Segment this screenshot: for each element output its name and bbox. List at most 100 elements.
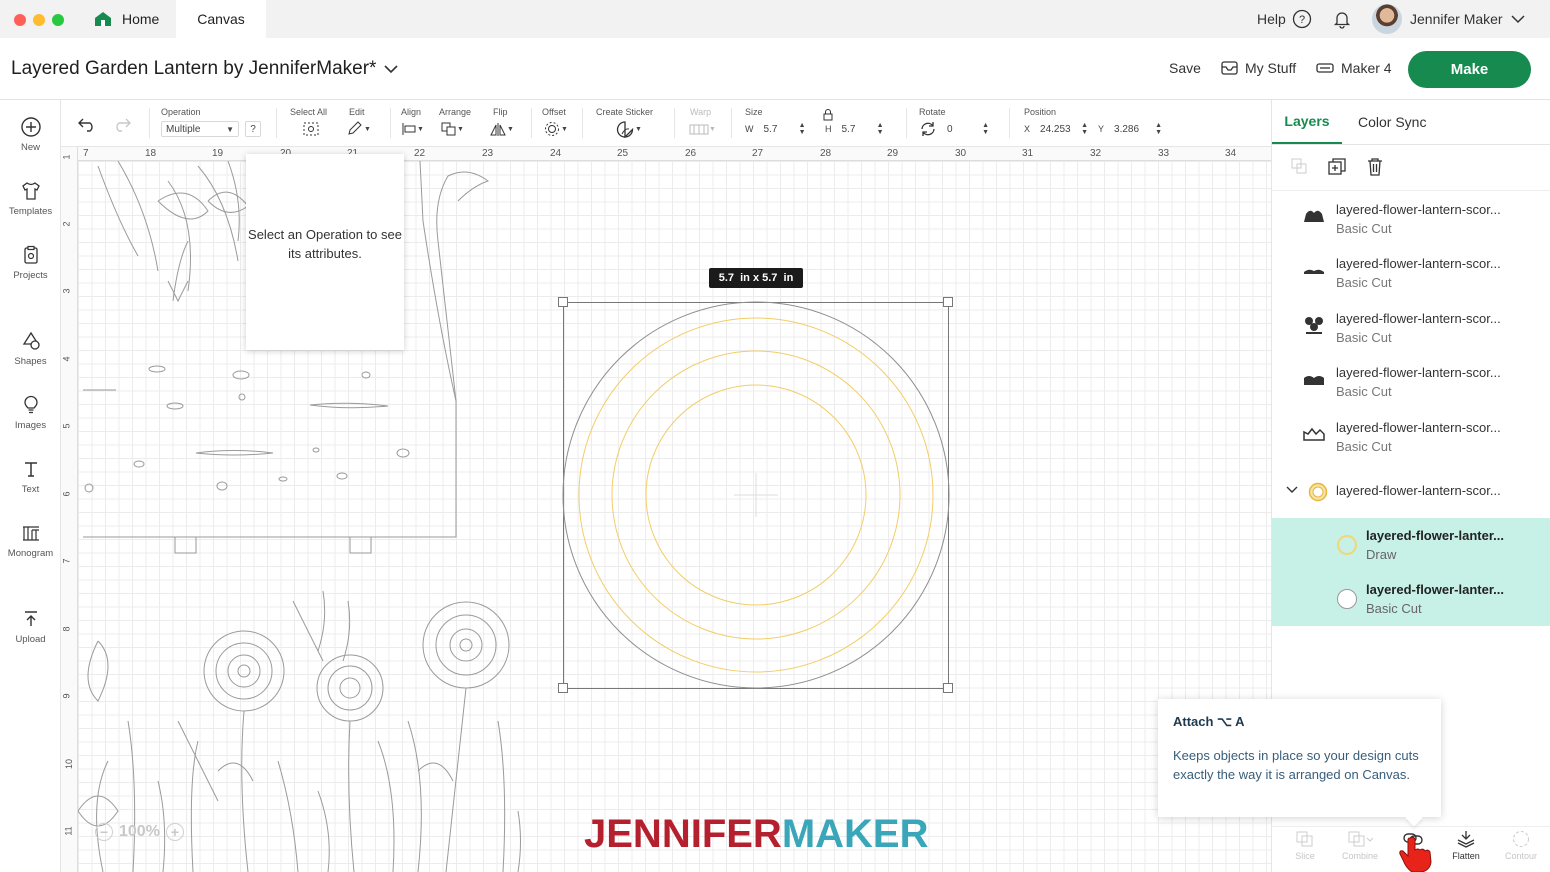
machine-button[interactable]: Maker 4 (1316, 60, 1392, 76)
selected-circle-group[interactable] (562, 301, 950, 689)
create-sticker-dropdown[interactable]: ▼ (615, 121, 642, 138)
chevron-down-icon[interactable] (1286, 486, 1298, 494)
layer-name: layered-flower-lanter... (1366, 528, 1504, 543)
rotate-field[interactable]: 0 ▲ ▼ (919, 121, 993, 137)
resize-handle[interactable] (558, 683, 568, 693)
tab-layers[interactable]: Layers (1272, 100, 1342, 144)
layer-name: layered-flower-lantern-scor... (1336, 202, 1501, 217)
duplicate-icon[interactable] (1327, 157, 1347, 177)
lock-icon[interactable] (822, 108, 834, 121)
layer-item[interactable]: layered-flower-lantern-scor... Basic Cut (1272, 410, 1550, 464)
warp-dropdown[interactable]: ▼ (689, 121, 716, 137)
x-value: 24.253 (1040, 123, 1071, 135)
layer-name: layered-flower-lanter... (1366, 582, 1504, 597)
stepper-icon[interactable]: ▲ ▼ (1155, 122, 1162, 136)
ruler-tick-label: 7 (83, 148, 89, 159)
sidebar-item-templates[interactable]: Templates (0, 180, 61, 217)
position-y-field[interactable]: Y 3.286 ▲ ▼ (1098, 121, 1167, 137)
upload-icon (24, 611, 37, 626)
text-icon (24, 462, 37, 477)
stepper-icon[interactable]: ▲ ▼ (877, 122, 884, 136)
make-button[interactable]: Make (1408, 51, 1531, 88)
sidebar-item-images[interactable]: Images (0, 394, 61, 431)
make-label: Make (1450, 61, 1489, 78)
save-button[interactable]: Save (1169, 60, 1201, 76)
user-name: Jennifer Maker (1410, 11, 1503, 27)
flip-icon (490, 122, 506, 136)
divider (1272, 190, 1550, 191)
slice-button[interactable]: Slice (1280, 830, 1330, 861)
undo-icon[interactable] (77, 116, 97, 132)
sidebar-label-text: Text (21, 484, 40, 495)
flatten-icon (1457, 831, 1475, 848)
layer-item[interactable]: layered-flower-lantern-scor... Basic Cut (1272, 192, 1550, 246)
stepper-icon[interactable]: ▲ ▼ (1081, 122, 1088, 136)
sidebar-item-new[interactable]: New (0, 116, 61, 153)
zoom-in-icon[interactable]: + (165, 823, 184, 841)
attach-tooltip: Attach ⌥ A Keeps objects in place so you… (1158, 699, 1441, 817)
tab-canvas[interactable]: Canvas (176, 0, 266, 38)
layer-item[interactable]: layered-flower-lantern-scor... Basic Cut (1272, 301, 1550, 355)
operation-help-button[interactable]: ? (245, 121, 261, 137)
layer-item-selected[interactable]: layered-flower-lanter... Basic Cut (1272, 572, 1550, 626)
divider (1009, 108, 1010, 138)
sidebar-item-projects[interactable]: Projects (0, 244, 61, 281)
project-title[interactable]: Layered Garden Lantern by JenniferMaker* (11, 58, 399, 80)
align-dropdown[interactable]: ▼ (401, 121, 424, 137)
layer-item-selected[interactable]: layered-flower-lanter... Draw (1272, 518, 1550, 572)
arrange-dropdown[interactable]: ▼ (441, 121, 464, 137)
width-field[interactable]: W 5.7 ▲ ▼ (745, 121, 810, 137)
ruler-tick-label: 27 (752, 148, 764, 159)
attach-tooltip-description: Keeps objects in place so your design cu… (1173, 748, 1419, 782)
group-icon[interactable] (1290, 157, 1308, 175)
sidebar-item-text[interactable]: Text (0, 458, 61, 495)
rotate-label: Rotate (919, 107, 946, 117)
sidebar-label-new: New (20, 142, 40, 153)
position-x-field[interactable]: X 24.253 ▲ ▼ (1024, 121, 1093, 137)
zoom-out-icon[interactable]: − (95, 823, 113, 841)
close-window-button[interactable] (14, 14, 26, 26)
sidebar-item-shapes[interactable]: Shapes (0, 330, 61, 367)
layer-item[interactable]: layered-flower-lantern-scor... Basic Cut (1272, 246, 1550, 300)
tab-color-sync[interactable]: Color Sync (1358, 100, 1426, 144)
trash-icon[interactable] (1366, 157, 1384, 177)
combine-button[interactable]: Combine (1335, 830, 1385, 861)
contour-button[interactable]: Contour (1496, 830, 1546, 861)
operation-select[interactable]: Multiple ▼ ? (161, 121, 261, 137)
edit-label: Edit (349, 107, 365, 117)
layer-thumbnail (1303, 427, 1325, 441)
offset-dropdown[interactable]: ▼ (543, 121, 568, 137)
sidebar-label-templates: Templates (8, 206, 53, 217)
my-stuff-button[interactable]: My Stuff (1221, 60, 1296, 76)
edit-dropdown[interactable]: ▼ (346, 121, 371, 137)
flip-dropdown[interactable]: ▼ (489, 121, 514, 137)
y-label: Y (1098, 124, 1105, 134)
select-all-icon[interactable] (302, 121, 320, 137)
sidebar-item-monogram[interactable]: Monogram (0, 522, 61, 559)
layer-operation: Basic Cut (1336, 275, 1392, 290)
resize-handle[interactable] (558, 297, 568, 307)
sidebar-item-upload[interactable]: Upload (0, 608, 61, 645)
layer-group[interactable]: layered-flower-lantern-scor... (1272, 474, 1550, 510)
stepper-icon[interactable]: ▲ ▼ (982, 122, 989, 136)
rotate-value: 0 (947, 123, 953, 135)
create-sticker-label: Create Sticker (596, 107, 654, 117)
resize-handle[interactable] (943, 683, 953, 693)
tab-home[interactable]: Home (80, 0, 176, 38)
flatten-button[interactable]: Flatten (1441, 830, 1491, 861)
notifications-button[interactable] (1332, 0, 1352, 38)
divider (1272, 144, 1550, 145)
height-field[interactable]: H 5.7 ▲ ▼ (825, 121, 888, 137)
layer-item[interactable]: layered-flower-lantern-scor... Basic Cut (1272, 355, 1550, 409)
x-label: X (1024, 124, 1031, 134)
help-button[interactable]: Help ? (1257, 0, 1312, 38)
align-icon (402, 123, 416, 135)
redo-icon[interactable] (112, 116, 132, 132)
user-menu[interactable]: Jennifer Maker (1372, 0, 1525, 38)
minimize-window-button[interactable] (33, 14, 45, 26)
zoom-window-button[interactable] (52, 14, 64, 26)
resize-handle[interactable] (943, 297, 953, 307)
ruler-tick-label: 28 (820, 148, 832, 159)
stepper-icon[interactable]: ▲ ▼ (799, 122, 806, 136)
ruler-tick-label: 5 (61, 423, 72, 429)
